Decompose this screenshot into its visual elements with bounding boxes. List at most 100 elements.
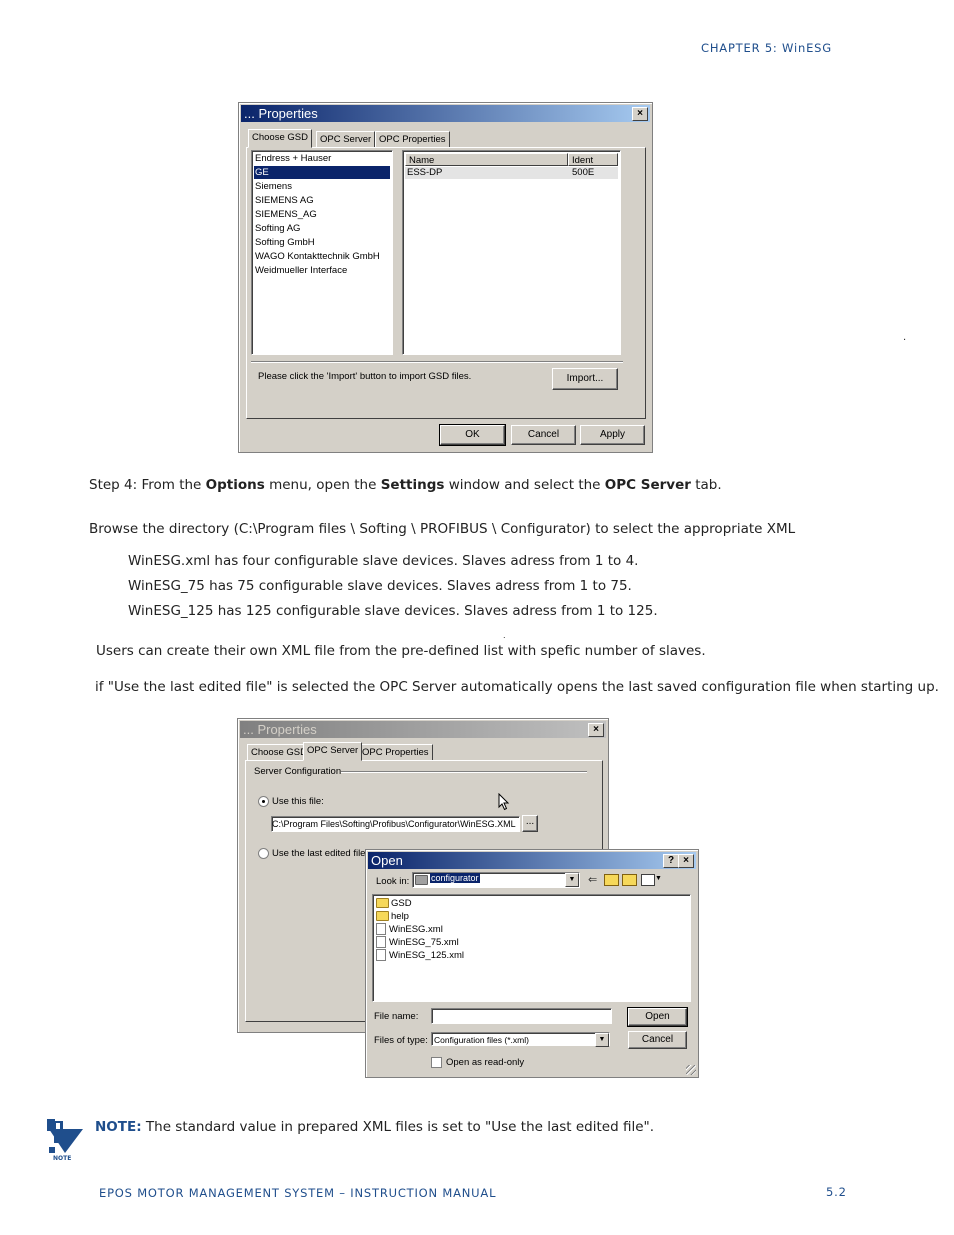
use-last-edited-label: Use the last edited file bbox=[272, 848, 366, 859]
file-icon bbox=[376, 923, 386, 936]
row-ident: 500E bbox=[572, 167, 595, 178]
device-list[interactable]: Name Ident ESS-DP 500E bbox=[402, 150, 621, 355]
up-folder-icon[interactable] bbox=[604, 874, 619, 886]
apply-button[interactable]: Apply bbox=[580, 425, 645, 445]
open-dialog-title: Open bbox=[371, 853, 403, 868]
file-list[interactable]: GSD help WinESG.xml WinESG_75.xml WinESG… bbox=[372, 894, 691, 1002]
step4-text: Step 4: From the bbox=[89, 477, 206, 493]
row-name: ESS-DP bbox=[407, 167, 443, 178]
back-arrow-icon[interactable]: ⇐ bbox=[588, 873, 597, 886]
column-header-name[interactable]: Name bbox=[405, 153, 568, 166]
group-line bbox=[341, 771, 587, 773]
browse-paragraph: Browse the directory (C:\Program files \… bbox=[89, 521, 796, 537]
open-file-dialog: Open ? × Look in: configurator ▼ ⇐ ▼ GSD… bbox=[365, 849, 699, 1078]
chevron-down-icon[interactable]: ▼ bbox=[595, 1033, 609, 1047]
last-edited-paragraph: if "Use the last edited file" is selecte… bbox=[95, 679, 939, 695]
file-path-input[interactable]: C:\Program Files\Softing\Profibus\Config… bbox=[271, 816, 520, 832]
close-icon[interactable]: × bbox=[678, 854, 694, 868]
tab-choose-gsd[interactable]: Choose GSD bbox=[247, 744, 311, 761]
step4-text: menu, open the bbox=[264, 477, 381, 493]
note-icon-label: NOTE bbox=[53, 1155, 72, 1162]
look-in-value: configurator bbox=[430, 872, 480, 883]
file-item[interactable]: WinESG_125.xml bbox=[375, 949, 464, 962]
file-item[interactable]: WinESG.xml bbox=[375, 923, 443, 936]
list-item[interactable]: Siemens bbox=[254, 180, 292, 193]
list-item[interactable]: Softing AG bbox=[254, 222, 300, 235]
use-this-file-radio[interactable] bbox=[258, 796, 269, 807]
list-item[interactable]: SIEMENS_AG bbox=[254, 208, 317, 221]
list-item-winesg: WinESG.xml has four configurable slave d… bbox=[128, 553, 639, 569]
tab-opc-server[interactable]: OPC Server bbox=[303, 742, 363, 761]
footer-manual-title: EPOS MOTOR MANAGEMENT SYSTEM – INSTRUCTI… bbox=[99, 1186, 497, 1200]
column-header-ident[interactable]: Ident bbox=[568, 153, 618, 166]
tab-opc-properties[interactable]: OPC Properties bbox=[358, 744, 433, 761]
read-only-label: Open as read-only bbox=[446, 1057, 525, 1068]
table-row[interactable]: ESS-DP 500E bbox=[405, 167, 618, 179]
file-name: WinESG_125.xml bbox=[389, 950, 464, 961]
use-this-file-label: Use this file: bbox=[272, 796, 324, 807]
file-type-label: Files of type: bbox=[374, 1035, 428, 1046]
list-item[interactable]: Softing GmbH bbox=[254, 236, 315, 249]
options-menu-term: Options bbox=[205, 477, 265, 493]
dialog-titlebar: ... Properties × bbox=[240, 721, 606, 738]
look-in-label: Look in: bbox=[376, 876, 410, 887]
file-type-select[interactable]: Configuration files (*.xml) ▼ bbox=[431, 1032, 610, 1047]
tab-area: Choose GSD OPC Server OPC Properties End… bbox=[246, 129, 646, 421]
list-item[interactable]: Weidmueller Interface bbox=[254, 264, 347, 277]
users-paragraph: Users can create their own XML file from… bbox=[96, 643, 706, 659]
step-4-paragraph: Step 4: From the Options menu, open the … bbox=[89, 477, 722, 493]
new-folder-icon[interactable] bbox=[622, 874, 637, 886]
folder-item[interactable]: help bbox=[375, 910, 409, 923]
note-label: NOTE: bbox=[95, 1119, 142, 1135]
tab-opc-properties[interactable]: OPC Properties bbox=[375, 131, 450, 148]
import-button[interactable]: Import... bbox=[552, 368, 618, 390]
import-hint: Please click the 'Import' button to impo… bbox=[258, 371, 472, 382]
footer-page-number: 5.2 bbox=[826, 1185, 847, 1199]
file-icon bbox=[376, 936, 386, 949]
read-only-checkbox[interactable] bbox=[431, 1057, 442, 1068]
folder-item[interactable]: GSD bbox=[375, 897, 412, 910]
dialog-title: ... Properties bbox=[244, 106, 318, 121]
file-name-input[interactable] bbox=[431, 1008, 612, 1024]
server-configuration-group-label: Server Configuration bbox=[254, 766, 342, 777]
file-item[interactable]: WinESG_75.xml bbox=[375, 936, 459, 949]
browse-button[interactable]: ... bbox=[522, 815, 538, 832]
close-icon[interactable]: × bbox=[632, 107, 648, 121]
resize-grip-icon[interactable] bbox=[686, 1065, 696, 1075]
folder-name: GSD bbox=[391, 898, 412, 909]
cancel-button[interactable]: Cancel bbox=[511, 425, 576, 445]
file-name: WinESG_75.xml bbox=[389, 937, 459, 948]
list-item[interactable]: WAGO Kontakttechnik GmbH bbox=[254, 250, 380, 263]
tab-opc-server[interactable]: OPC Server bbox=[316, 131, 376, 148]
folder-icon bbox=[376, 898, 389, 909]
divider bbox=[251, 361, 623, 363]
note-text: The standard value in prepared XML files… bbox=[141, 1119, 655, 1135]
list-item-selected[interactable]: GE bbox=[254, 166, 390, 179]
open-dialog-titlebar: Open ? × bbox=[368, 852, 696, 869]
close-icon[interactable]: × bbox=[588, 723, 604, 737]
help-icon[interactable]: ? bbox=[663, 854, 679, 868]
properties-dialog-gsd: ... Properties × Choose GSD OPC Server O… bbox=[238, 102, 653, 453]
cancel-button[interactable]: Cancel bbox=[628, 1031, 687, 1049]
look-in-select[interactable]: configurator ▼ bbox=[412, 872, 580, 888]
use-last-edited-radio[interactable] bbox=[258, 848, 269, 859]
stray-dot: . bbox=[903, 332, 907, 343]
file-name: WinESG.xml bbox=[389, 924, 443, 935]
view-menu-icon[interactable] bbox=[641, 874, 655, 886]
ok-button[interactable]: OK bbox=[439, 424, 506, 446]
list-item-winesg-125: WinESG_125 has 125 configurable slave de… bbox=[128, 603, 658, 619]
folder-icon bbox=[415, 875, 428, 885]
opc-server-tab-term: OPC Server bbox=[604, 477, 691, 493]
file-name-label: File name: bbox=[374, 1011, 419, 1022]
vendor-list[interactable]: Endress + Hauser GE Siemens SIEMENS AG S… bbox=[251, 150, 393, 355]
mouse-cursor-icon bbox=[498, 793, 510, 811]
chevron-down-icon[interactable]: ▼ bbox=[565, 873, 579, 887]
file-type-value: Configuration files (*.xml) bbox=[434, 1035, 529, 1045]
list-item[interactable]: Endress + Hauser bbox=[254, 152, 331, 165]
view-menu-chevron-icon[interactable]: ▼ bbox=[655, 875, 662, 882]
tab-choose-gsd[interactable]: Choose GSD bbox=[248, 129, 312, 148]
open-button[interactable]: Open bbox=[627, 1007, 688, 1027]
list-item[interactable]: SIEMENS AG bbox=[254, 194, 314, 207]
file-icon bbox=[376, 949, 386, 962]
settings-window-term: Settings bbox=[380, 477, 445, 493]
